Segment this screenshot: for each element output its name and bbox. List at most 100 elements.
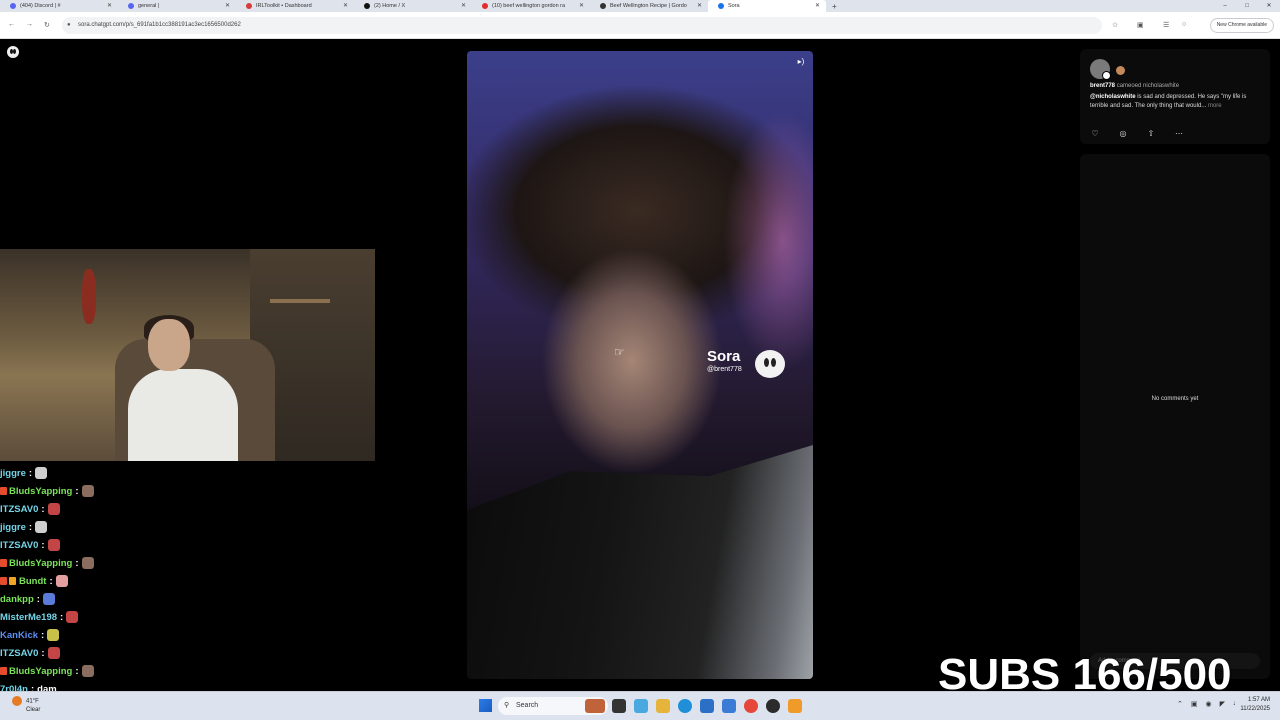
chat-message: BludsYapping: bbox=[0, 482, 380, 500]
minimize-icon[interactable]: – bbox=[1214, 0, 1236, 12]
cameo-avatar[interactable] bbox=[1116, 66, 1125, 75]
browser-tab-strip: (404) Discord | # ✕ general | ✕ IRLToolkit •… bbox=[0, 0, 1280, 12]
avatar[interactable] bbox=[1090, 59, 1111, 80]
chat-username[interactable]: jiggre bbox=[0, 522, 26, 533]
sound-toggle-icon[interactable]: ▸) bbox=[795, 56, 807, 68]
chat-emote-icon bbox=[55, 575, 68, 587]
chat-message: KanKick: bbox=[0, 626, 380, 644]
chat-username[interactable]: KanKick bbox=[0, 630, 38, 641]
profile-icon[interactable]: ○ bbox=[1182, 21, 1186, 28]
chat-username[interactable]: dankpp bbox=[0, 594, 34, 605]
chat-separator: : bbox=[75, 485, 79, 497]
action-text: cameoed nicholaswhite bbox=[1116, 83, 1180, 89]
video-light bbox=[723, 111, 813, 371]
extensions-icon[interactable]: ☰ bbox=[1163, 21, 1169, 29]
wifi-icon[interactable]: ◤ bbox=[1220, 700, 1225, 708]
new-chrome-button[interactable]: New Chrome available bbox=[1209, 18, 1274, 33]
app-icon[interactable] bbox=[788, 699, 802, 713]
edge-icon[interactable] bbox=[678, 699, 692, 713]
tab-close-icon[interactable]: ✕ bbox=[461, 2, 466, 9]
copilot-icon[interactable] bbox=[634, 699, 648, 713]
chat-username[interactable]: MisterMe198 bbox=[0, 612, 57, 623]
url-field[interactable]: ● sora.chatgpt.com/p/s_691fa1b1cc388191a… bbox=[62, 17, 1102, 34]
remix-icon[interactable]: ◎ bbox=[1118, 129, 1128, 138]
bookmark-star-icon[interactable]: ☆ bbox=[1112, 21, 1118, 29]
chat-username[interactable]: ITZSAV0 bbox=[0, 504, 38, 515]
chat-separator: : bbox=[75, 665, 79, 677]
start-button-icon[interactable] bbox=[479, 699, 492, 712]
tab-favicon-icon bbox=[128, 3, 134, 9]
tray-app2-icon[interactable]: ◉ bbox=[1206, 700, 1212, 708]
author-name[interactable]: brent778 bbox=[1090, 83, 1115, 89]
maximize-icon[interactable]: □ bbox=[1236, 0, 1258, 12]
browser-tab[interactable]: Sora ✕ bbox=[708, 0, 826, 12]
tab-favicon-icon bbox=[246, 3, 252, 9]
file-explorer-icon[interactable] bbox=[656, 699, 670, 713]
browser-tab[interactable]: Beef Wellington Recipe | Gordo ✕ bbox=[590, 0, 708, 12]
chat-emote-icon bbox=[81, 557, 94, 569]
tab-close-icon[interactable]: ✕ bbox=[697, 2, 702, 9]
more-link[interactable]: more bbox=[1208, 103, 1222, 109]
video-player[interactable]: ▸) Sora @brent778 bbox=[467, 51, 813, 679]
cast-icon[interactable]: ▣ bbox=[1137, 21, 1144, 29]
chat-message: BludsYapping: bbox=[0, 554, 380, 572]
browser-tab[interactable]: (2) Home / X ✕ bbox=[354, 0, 472, 12]
tab-close-icon[interactable]: ✕ bbox=[343, 2, 348, 9]
volume-icon[interactable]: ♩ bbox=[1233, 700, 1240, 708]
chat-username[interactable]: BludsYapping bbox=[9, 666, 72, 677]
tab-title: (404) Discord | # bbox=[20, 3, 61, 9]
tab-favicon-icon bbox=[10, 3, 16, 9]
webcam-shelf bbox=[270, 299, 330, 303]
tab-favicon-icon bbox=[482, 3, 488, 9]
more-options-icon[interactable]: ⋯ bbox=[1174, 129, 1184, 138]
back-icon[interactable]: ← bbox=[8, 21, 15, 28]
sora-logo-icon[interactable] bbox=[7, 46, 19, 58]
webcam-person bbox=[128, 369, 238, 461]
weather-condition: Clear bbox=[26, 707, 41, 713]
chat-username[interactable]: Bundt bbox=[19, 576, 46, 587]
reload-icon[interactable]: ↻ bbox=[44, 21, 50, 29]
new-tab-button[interactable]: + bbox=[832, 2, 837, 11]
tab-close-icon[interactable]: ✕ bbox=[579, 2, 584, 9]
chat-username[interactable]: BludsYapping bbox=[9, 558, 72, 569]
like-icon[interactable]: ♡ bbox=[1090, 129, 1100, 138]
tray-chevron-icon[interactable]: ⌃ bbox=[1177, 700, 1183, 708]
webcam-guitar bbox=[82, 269, 96, 324]
post-actions: ♡ ◎ ⇧ ⋯ bbox=[1090, 129, 1184, 138]
browser-tab[interactable]: IRLToolkit • Dashboard ✕ bbox=[236, 0, 354, 12]
browser-tab[interactable]: (404) Discord | # ✕ bbox=[0, 0, 118, 12]
chat-emote-icon bbox=[47, 629, 60, 641]
close-window-icon[interactable]: ✕ bbox=[1258, 0, 1280, 12]
site-info-icon[interactable]: ● bbox=[67, 17, 71, 34]
mail-icon[interactable] bbox=[722, 699, 736, 713]
tray-app-icon[interactable]: ▣ bbox=[1191, 700, 1198, 708]
tab-close-icon[interactable]: ✕ bbox=[107, 2, 112, 9]
store-icon[interactable] bbox=[700, 699, 714, 713]
chat-badge-icon bbox=[0, 667, 7, 675]
chrome-icon[interactable] bbox=[744, 699, 758, 713]
chat-username[interactable]: jiggre bbox=[0, 468, 26, 479]
browser-tab[interactable]: general | ✕ bbox=[118, 0, 236, 12]
tab-favicon-icon bbox=[600, 3, 606, 9]
chat-message: jiggre: bbox=[0, 518, 380, 536]
comments-panel: No comments yet Add a comment bbox=[1080, 154, 1270, 679]
mouse-cursor-icon: ☞ bbox=[614, 345, 625, 359]
browser-tab[interactable]: (10) beef wellington gordon ra ✕ bbox=[472, 0, 590, 12]
taskbar-search-highlight-icon[interactable] bbox=[585, 699, 605, 713]
caption-mention[interactable]: @nicholaswhite bbox=[1090, 94, 1136, 100]
obs-icon[interactable] bbox=[766, 699, 780, 713]
share-icon[interactable]: ⇧ bbox=[1146, 129, 1156, 138]
tab-close-icon[interactable]: ✕ bbox=[815, 2, 820, 9]
chat-emote-icon bbox=[35, 521, 48, 533]
chat-username[interactable]: BludsYapping bbox=[9, 486, 72, 497]
forward-icon[interactable]: → bbox=[26, 21, 33, 28]
weather-widget[interactable]: 41°F Clear bbox=[12, 696, 40, 714]
tab-close-icon[interactable]: ✕ bbox=[225, 2, 230, 9]
chat-message: ITZSAV0: bbox=[0, 644, 380, 662]
chat-username[interactable]: ITZSAV0 bbox=[0, 540, 38, 551]
chat-username[interactable]: ITZSAV0 bbox=[0, 648, 38, 659]
system-tray: ⌃ ▣ ◉ ◤ ♩ bbox=[1177, 700, 1240, 708]
task-view-icon[interactable] bbox=[612, 699, 626, 713]
chat-separator: : bbox=[41, 647, 45, 659]
taskbar-clock[interactable]: 1:57 AM 11/22/2025 bbox=[1240, 696, 1270, 714]
